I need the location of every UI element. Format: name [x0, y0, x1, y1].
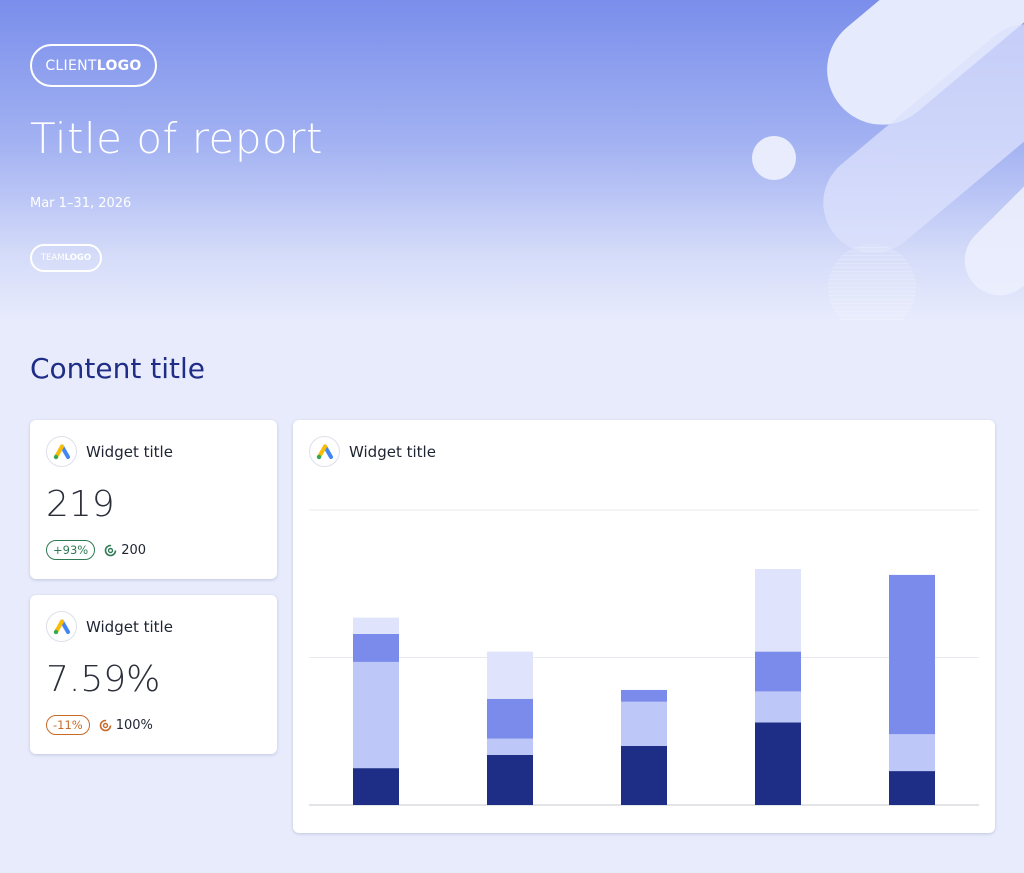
client-logo-bold: LOGO: [96, 57, 142, 74]
kpi-value: 7.59%: [46, 659, 161, 700]
kpi-widget[interactable]: Widget title 7.59% -11% 100%: [30, 595, 277, 754]
google-ads-icon: [46, 611, 77, 642]
target-indicator: 200: [104, 543, 146, 558]
change-badge: +93%: [46, 540, 96, 560]
bar-segment[interactable]: [755, 722, 801, 805]
chart-widget[interactable]: Widget title: [293, 420, 995, 833]
report-title: Title of report: [30, 114, 323, 163]
bar-segment[interactable]: [755, 569, 801, 652]
kpi-footer: +93% 200: [46, 540, 146, 560]
widget-title: Widget title: [86, 617, 173, 636]
kpi-widget[interactable]: Widget title 219 +93% 200: [30, 420, 277, 579]
decorative-circle: [752, 136, 796, 180]
change-badge: -11%: [46, 715, 90, 735]
kpi-value: 219: [46, 484, 115, 525]
kpi-footer: -11% 100%: [46, 715, 153, 735]
target-icon: [99, 719, 112, 731]
target-icon: [104, 544, 117, 556]
report-date-range: Mar 1–31, 2026: [30, 196, 132, 211]
bar-segment[interactable]: [755, 691, 801, 723]
bar-segment[interactable]: [621, 689, 667, 702]
target-value: 100%: [115, 717, 153, 733]
bar-segment[interactable]: [487, 754, 533, 805]
stacked-bar-chart: [309, 509, 979, 806]
bar-segment[interactable]: [487, 651, 533, 699]
bar-segment[interactable]: [353, 617, 399, 634]
bar-segment[interactable]: [889, 771, 935, 805]
bar-segment[interactable]: [755, 651, 801, 692]
bar-segment[interactable]: [353, 768, 399, 805]
bar-segment[interactable]: [889, 574, 935, 735]
bar-segment[interactable]: [621, 746, 667, 805]
google-ads-icon: [46, 436, 77, 467]
widget-title: Widget title: [86, 442, 173, 461]
bar-segment[interactable]: [621, 701, 667, 746]
bar-segment[interactable]: [353, 633, 399, 662]
client-logo-light: CLIENT: [45, 57, 97, 74]
client-logo: CLIENT LOGO: [30, 44, 157, 87]
bar-segment[interactable]: [353, 661, 399, 769]
widget-header: Widget title: [46, 611, 173, 642]
bar-segment[interactable]: [889, 734, 935, 772]
content-title: Content title: [30, 352, 205, 385]
target-indicator: 100%: [99, 718, 153, 733]
team-logo-light: TEAM: [40, 253, 65, 263]
decorative-circle: [828, 244, 916, 320]
bar-segment[interactable]: [487, 738, 533, 755]
widget-header: Widget title: [46, 436, 173, 467]
target-value: 200: [121, 542, 147, 558]
bar-segment[interactable]: [487, 698, 533, 739]
team-logo: TEAM LOGO: [30, 244, 102, 272]
report-header: CLIENT LOGO Title of report Mar 1–31, 202…: [0, 0, 1024, 320]
team-logo-bold: LOGO: [64, 253, 92, 263]
